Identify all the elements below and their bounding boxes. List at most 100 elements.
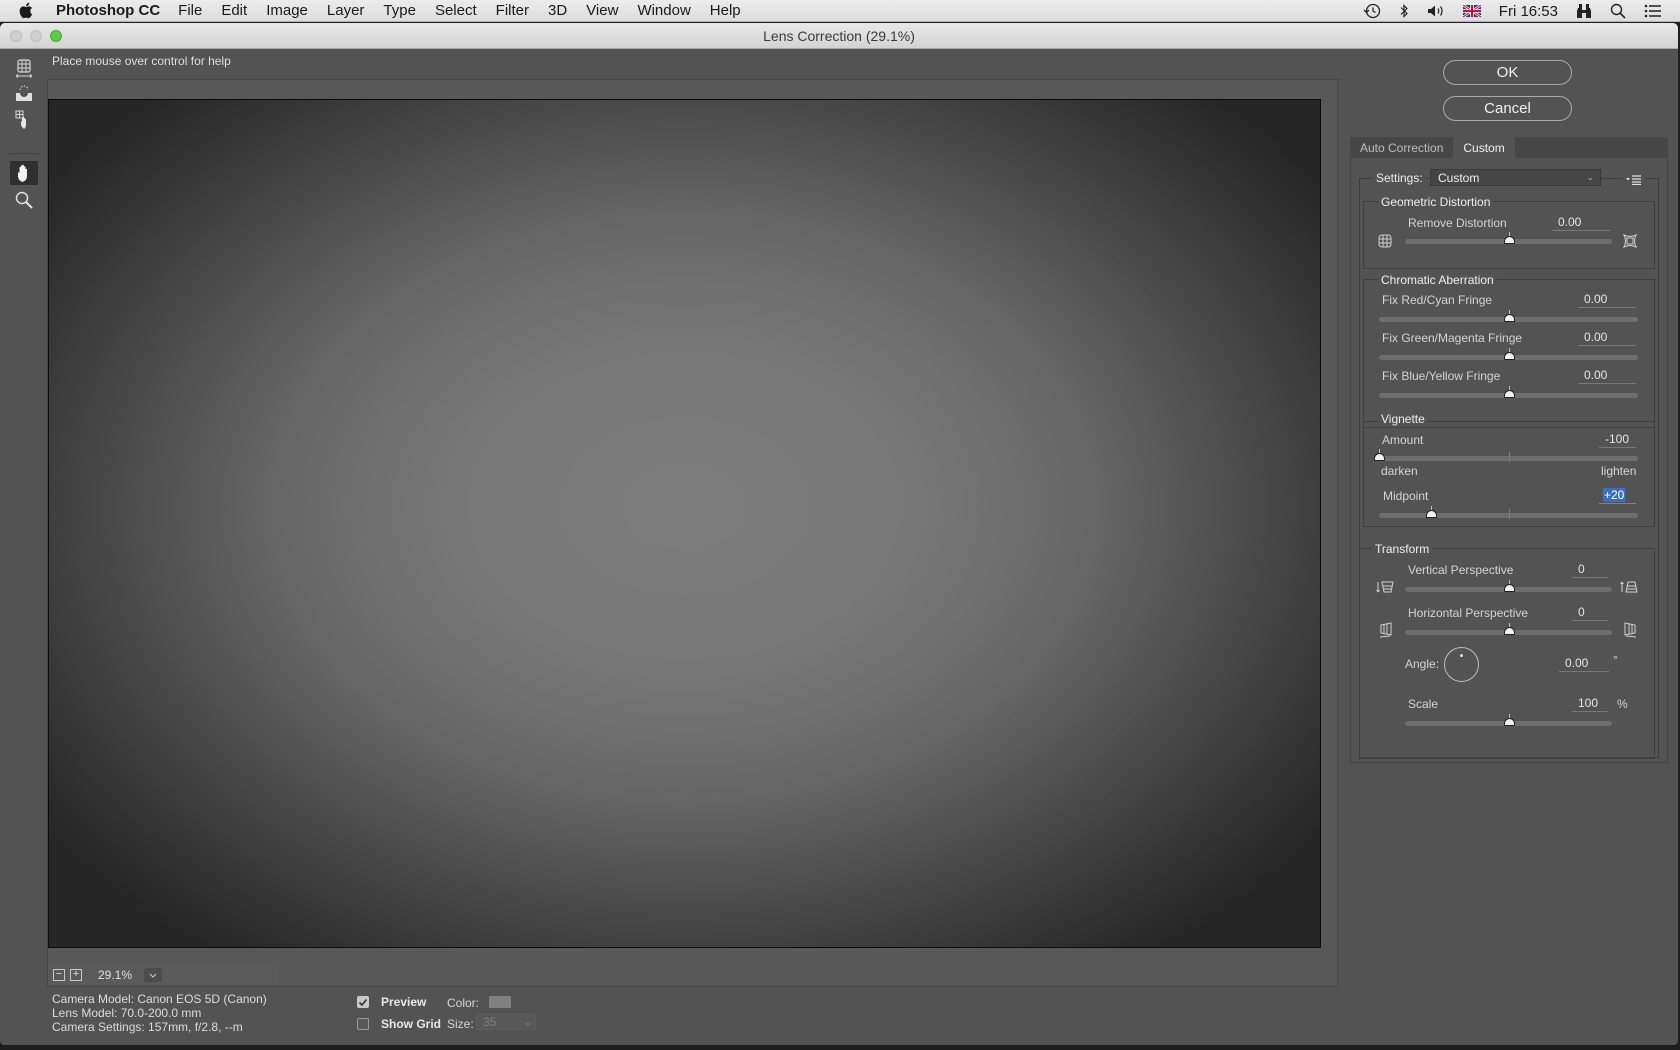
remove-distortion-tool[interactable] [10,57,38,81]
panel-menu-icon [1626,175,1641,186]
hand-tool[interactable] [10,161,38,185]
menu-filter[interactable]: Filter [496,2,529,19]
volume-icon[interactable] [1427,4,1445,18]
angle-input[interactable]: 0.00 [1559,656,1609,672]
vertical-perspective-input[interactable]: 0 [1572,562,1608,578]
camera-model: Camera Model: Canon EOS 5D (Canon) [52,992,267,1006]
ok-button[interactable]: OK [1443,60,1572,85]
slider-thumb[interactable] [1503,580,1515,592]
grid-size-value: 35 [483,1015,497,1029]
binoculars-icon[interactable] [1576,3,1592,19]
green-magenta-input[interactable]: 0.00 [1578,330,1636,346]
slider-thumb[interactable] [1503,386,1515,398]
zoom-level-value: 29.1% [98,968,133,982]
red-cyan-label: Fix Red/Cyan Fringe [1382,293,1493,307]
blue-yellow-label: Fix Blue/Yellow Fringe [1382,369,1501,383]
preview-checkbox[interactable] [357,996,369,1008]
slider-thumb[interactable] [1503,310,1515,322]
horizontal-perspective-label: Horizontal Perspective [1408,606,1529,620]
vignette-legend: Vignette [1378,412,1428,426]
chevron-down-icon[interactable]: ⌄ [521,1017,535,1028]
settings-label: Settings: [1373,171,1426,185]
menu-help[interactable]: Help [710,2,741,19]
vertical-perspective-minus-icon [1376,580,1394,599]
spotlight-search-icon[interactable] [1610,3,1626,19]
horizontal-perspective-input[interactable]: 0 [1572,605,1608,621]
remove-distortion-tool-icon [15,59,33,78]
blue-yellow-input[interactable]: 0.00 [1578,368,1636,384]
bluetooth-icon[interactable] [1399,3,1409,19]
chevron-down-icon: ⌄ [1586,172,1594,182]
clock[interactable]: Fri 16:53 [1499,3,1558,20]
lens-correction-dialog: Lens Correction (29.1%) Place mouse over… [0,23,1678,1045]
grid-color-swatch[interactable] [489,996,511,1008]
angle-dial-indicator [1460,654,1463,657]
menu-window[interactable]: Window [637,2,690,19]
uk-flag-input-icon[interactable] [1462,5,1481,17]
barrel-icon [1622,233,1638,253]
transform-group [1359,548,1655,759]
grid-size-field[interactable]: 35 ⌄ [476,1014,536,1030]
settings-value: Custom [1438,170,1480,185]
camera-settings: Camera Settings: 157mm, f/2.8, --m [52,1020,243,1034]
horizontal-perspective-minus-icon [1378,621,1394,644]
slider-thumb[interactable] [1503,348,1515,360]
menu-view[interactable]: View [586,2,618,19]
scale-label: Scale [1408,697,1439,711]
slider-thumb[interactable] [1503,232,1515,244]
vertical-perspective-label: Vertical Perspective [1408,563,1514,577]
percent-unit: % [1617,697,1628,711]
settings-menu-button[interactable] [1623,172,1645,190]
zoom-control: − + 29.1% [48,966,278,984]
time-machine-icon[interactable] [1363,3,1381,19]
menu-edit[interactable]: Edit [221,2,247,19]
zoom-out-button[interactable]: − [53,969,65,981]
menu-3d[interactable]: 3D [548,2,567,19]
angle-dial[interactable] [1444,647,1479,682]
vignette-amount-input[interactable]: -100 [1599,432,1636,448]
window-title: Lens Correction (29.1%) [763,28,915,44]
show-grid-checkbox[interactable] [357,1018,369,1030]
app-menu[interactable]: Photoshop CC [56,2,160,19]
menu-layer[interactable]: Layer [327,2,365,19]
vignette-midpoint-value: +20 [1603,488,1626,502]
slider-thumb[interactable] [1503,623,1515,635]
zoom-tool-icon [15,191,33,209]
slider-thumb[interactable] [1503,714,1515,726]
zoom-tool[interactable] [10,188,38,212]
slider-center-tick [1508,452,1510,462]
zoom-level-dropdown[interactable] [144,968,162,982]
move-grid-tool-icon [15,110,26,129]
move-grid-tool[interactable] [10,107,38,131]
straighten-tool[interactable] [10,82,38,106]
tab-auto-correction[interactable]: Auto Correction [1350,137,1453,158]
vignette-midpoint-label: Midpoint [1383,489,1429,503]
camera-info: Camera Model: Canon EOS 5D (Canon) Lens … [52,992,267,1034]
menu-file[interactable]: File [178,2,202,19]
chromatic-aberration-legend: Chromatic Aberration [1378,273,1497,287]
preview-checkbox-row[interactable]: Preview [357,995,426,1009]
apple-menu-icon[interactable] [18,2,36,19]
menu-image[interactable]: Image [266,2,308,19]
green-magenta-label: Fix Green/Magenta Fringe [1382,331,1523,345]
chevron-down-icon [149,973,157,978]
menu-select[interactable]: Select [435,2,477,19]
show-grid-checkbox-row[interactable]: Show Grid [357,1017,441,1031]
menu-type[interactable]: Type [383,2,416,19]
remove-distortion-input[interactable]: 0.00 [1552,215,1610,231]
remove-distortion-label: Remove Distortion [1408,216,1507,230]
notification-center-icon[interactable] [1644,4,1662,18]
title-bar[interactable]: Lens Correction (29.1%) [0,23,1678,49]
slider-thumb[interactable] [1425,506,1437,518]
settings-dropdown[interactable]: Custom ⌄ [1430,169,1601,186]
image-preview-canvas[interactable] [48,99,1321,948]
slider-thumb[interactable] [1374,449,1385,461]
pincushion-icon [1378,234,1392,253]
vignette-midpoint-input[interactable]: +20 [1599,488,1636,504]
grid-size-label: Size: [447,1017,474,1031]
scale-input[interactable]: 100 [1572,696,1608,712]
tab-custom[interactable]: Custom [1453,137,1515,158]
red-cyan-input[interactable]: 0.00 [1578,292,1636,308]
cancel-button[interactable]: Cancel [1443,96,1572,121]
zoom-in-button[interactable]: + [70,969,82,981]
